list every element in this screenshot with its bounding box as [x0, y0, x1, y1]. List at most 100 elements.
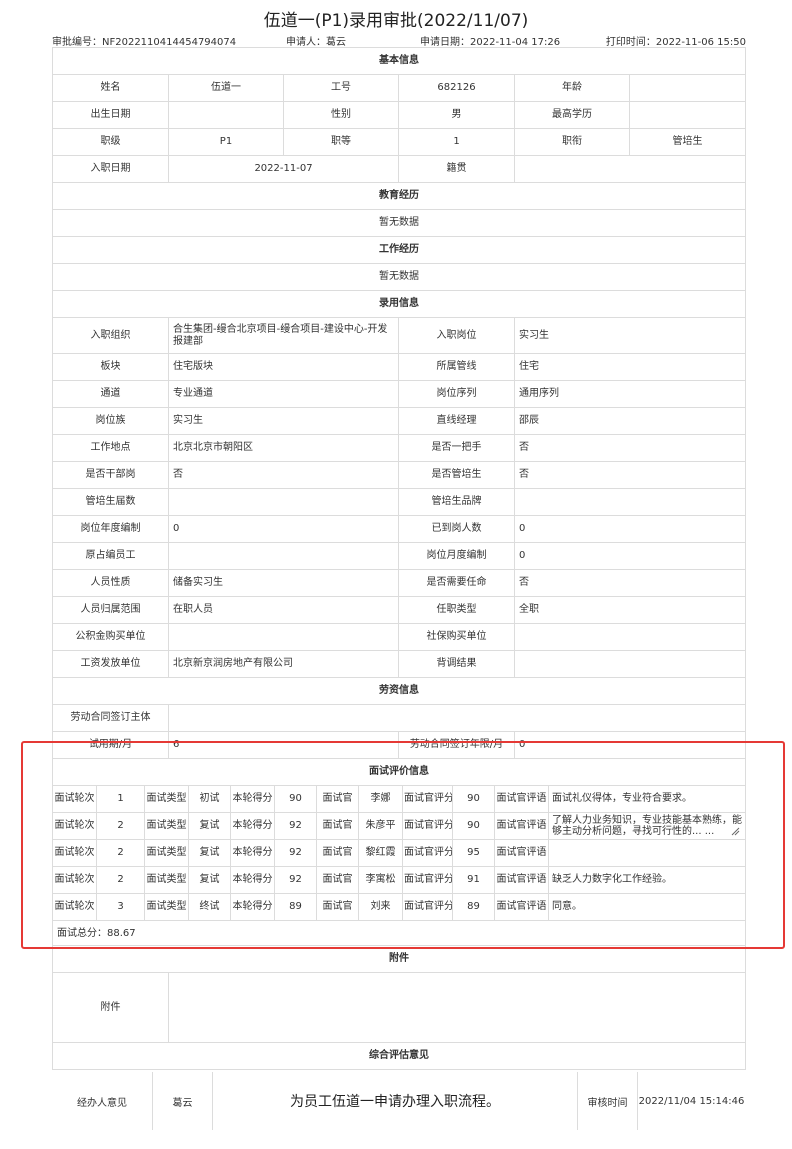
hire-label: 公积金购买单位: [52, 623, 169, 651]
comment-value: 缺乏人力数字化工作经验。: [547, 866, 747, 894]
hire-label: 工作地点: [52, 434, 169, 462]
hire-value: 邵辰: [513, 407, 747, 435]
hire-label: 社保购买单位: [398, 623, 515, 651]
hire-value: 0: [513, 542, 747, 570]
hire-label: 是否一把手: [398, 434, 515, 462]
age-label: 年龄: [514, 74, 630, 102]
round-value: 3: [96, 893, 145, 921]
hire-value: 全职: [513, 596, 747, 624]
round-value: 2: [96, 812, 145, 840]
interviewer-score-value: 95: [452, 839, 495, 867]
section-attachment: 附件: [52, 945, 746, 973]
hire-label: 入职岗位: [398, 317, 515, 354]
attachment-area[interactable]: [168, 972, 746, 1043]
grade-label: 职等: [283, 128, 399, 156]
review-time: 2022/11/04 15:14:46: [637, 1072, 745, 1130]
hire-value: 0: [168, 515, 399, 543]
form-table: 基本信息 姓名 伍道一 工号 682126 年龄 出生日期 性别 男 最高学历 …: [51, 47, 747, 759]
birth-value: [168, 101, 284, 129]
hire-value: 否: [513, 569, 747, 597]
hire-label: 板块: [52, 353, 169, 381]
comment-label: 面试官评语: [494, 866, 549, 894]
round-label: 面试轮次: [52, 785, 97, 813]
hire-label: 入职组织: [52, 317, 169, 354]
hire-value: [168, 623, 399, 651]
hire-label: 管培生届数: [52, 488, 169, 516]
hire-label: 管培生品牌: [398, 488, 515, 516]
interviewer-label: 面试官: [316, 866, 359, 894]
section-basic-info: 基本信息: [51, 47, 747, 75]
section-education: 教育经历: [51, 182, 747, 210]
review-time-label: 审核时间: [577, 1072, 637, 1130]
type-label: 面试类型: [144, 785, 189, 813]
hire-value: 否: [513, 461, 747, 489]
interviewer-score-value: 90: [452, 812, 495, 840]
type-value: 复试: [188, 812, 231, 840]
hire-row: 公积金购买单位 社保购买单位: [52, 623, 747, 651]
entry-date-value: 2022-11-07: [168, 155, 399, 183]
resize-grip-icon[interactable]: [731, 827, 740, 836]
hire-label: 已到岗人数: [398, 515, 515, 543]
hire-value: [513, 623, 747, 651]
hire-row: 人员归属范围 在职人员 任职类型 全职: [52, 596, 747, 624]
comment-textarea[interactable]: 了解人力业务知识，专业技能基本熟练，能够主动分析问题，寻找可行性的... ...: [552, 814, 743, 838]
comment-label: 面试官评语: [494, 785, 549, 813]
hire-value: 专业通道: [168, 380, 399, 408]
comment-label: 面试官评语: [494, 812, 549, 840]
hire-row: 工作地点 北京北京市朝阳区 是否一把手否: [52, 434, 747, 462]
term-value: 0: [513, 731, 747, 759]
applicant: 申请人：葛云: [286, 37, 346, 48]
hire-row: 工资发放单位 北京新京润房地产有限公司 背调结果: [52, 650, 747, 678]
interviewer-label: 面试官: [316, 893, 359, 921]
entry-date-label: 入职日期: [52, 155, 169, 183]
round-value: 1: [96, 785, 145, 813]
interviewer-score-label: 面试官评分: [402, 785, 453, 813]
interviewer-value: 黎红霞: [358, 839, 403, 867]
handler-label: 经办人意见: [77, 1097, 127, 1109]
hire-row: 入职组织 合生集团-缦合北京项目-缦合项目-建设中心-开发报建部 入职岗位 实习生: [52, 317, 747, 354]
interviewer-score-label: 面试官评分: [402, 893, 453, 921]
approval-number: 审批编号：NF20221104144547940​74: [52, 37, 237, 48]
apply-date: 申请日期：2022-11-04 17:26: [420, 37, 561, 48]
interview-row: 面试轮次 1 面试类型 初试 本轮得分 90 面试官 李娜 面试官评分 90 面试官评语 面试礼仪得体…: [52, 785, 747, 813]
score-label: 本轮得分: [230, 893, 275, 921]
score-label: 本轮得分: [230, 866, 275, 894]
type-label: 面试类型: [144, 812, 189, 840]
hire-row: 原占编员工 岗位月度编制 0: [52, 542, 747, 570]
hire-row: 人员性质 储备实习生 是否需要任命否: [52, 569, 747, 597]
interview-total: 面试总分：88.67: [51, 920, 747, 948]
type-value: 复试: [188, 866, 231, 894]
birth-label: 出生日期: [52, 101, 169, 129]
handler-name: 葛云: [152, 1072, 212, 1130]
hire-value: 0: [513, 515, 747, 543]
probation-value: 6: [168, 731, 399, 759]
hire-row: 通道 专业通道 岗位序列 通用序列: [52, 380, 747, 408]
type-label: 面试类型: [144, 839, 189, 867]
hire-label: 通道: [52, 380, 169, 408]
hire-label: 是否需要任命: [398, 569, 515, 597]
comment-value: 同意。: [547, 893, 747, 921]
interviewer-score-label: 面试官评分: [402, 866, 453, 894]
origin-label: 籍贯: [398, 155, 515, 183]
gender-label: 性别: [283, 101, 399, 129]
degree-label: 最高学历: [514, 101, 630, 129]
hire-value: 北京新京润房地产有限公司: [168, 650, 399, 678]
score-label: 本轮得分: [230, 785, 275, 813]
score-label: 本轮得分: [230, 839, 275, 867]
hire-value: 实习生: [513, 317, 747, 354]
interviewer-value: 李娜: [358, 785, 403, 813]
section-interview: 面试评价信息: [51, 758, 747, 786]
interviewer-value: 刘来: [358, 893, 403, 921]
hire-label: 直线经理: [398, 407, 515, 435]
section-work: 工作经历: [51, 236, 747, 264]
hire-value: 储备实习生: [168, 569, 399, 597]
hire-value: 通用序列: [513, 380, 747, 408]
degree-value: [628, 101, 747, 129]
type-label: 面试类型: [144, 866, 189, 894]
hire-label: 岗位族: [52, 407, 169, 435]
interviewer-value: 李寓松: [358, 866, 403, 894]
interview-row: 面试轮次 2 面试类型 复试 本轮得分 92 面试官 黎红霞 面试官评分 95 面试官评语: [52, 839, 747, 867]
round-value: 2: [96, 866, 145, 894]
round-label: 面试轮次: [52, 866, 97, 894]
hire-label: 任职类型: [398, 596, 515, 624]
